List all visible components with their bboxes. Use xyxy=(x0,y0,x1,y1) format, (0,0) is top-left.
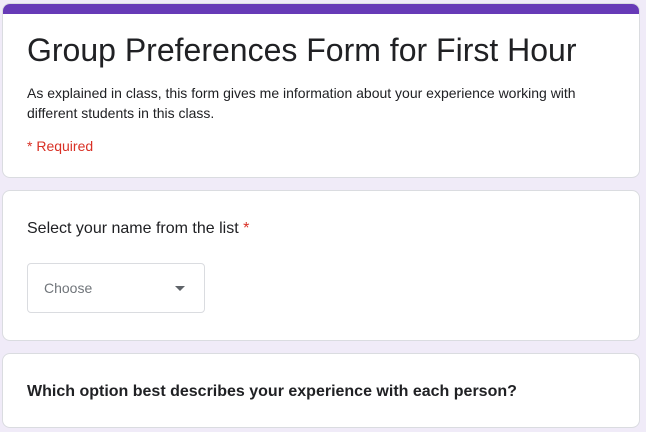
accent-bar xyxy=(3,4,639,14)
required-asterisk: * xyxy=(243,220,250,237)
required-note: * Required xyxy=(27,138,94,154)
experience-question-card: Which option best describes your experie… xyxy=(2,353,640,428)
chevron-down-icon xyxy=(175,286,185,291)
form-title: Group Preferences Form for First Hour xyxy=(27,32,577,68)
name-question-label: Select your name from the list xyxy=(27,220,239,237)
name-dropdown[interactable]: Choose xyxy=(27,263,205,313)
form-header-card: Group Preferences Form for First Hour As… xyxy=(2,3,640,178)
experience-question-title: Which option best describes your experie… xyxy=(27,383,517,400)
name-question-title: Select your name from the list * xyxy=(27,217,249,241)
form-description: As explained in class, this form gives m… xyxy=(27,85,576,121)
name-question-card: Select your name from the list * Choose xyxy=(2,190,640,341)
dropdown-value: Choose xyxy=(44,280,93,296)
